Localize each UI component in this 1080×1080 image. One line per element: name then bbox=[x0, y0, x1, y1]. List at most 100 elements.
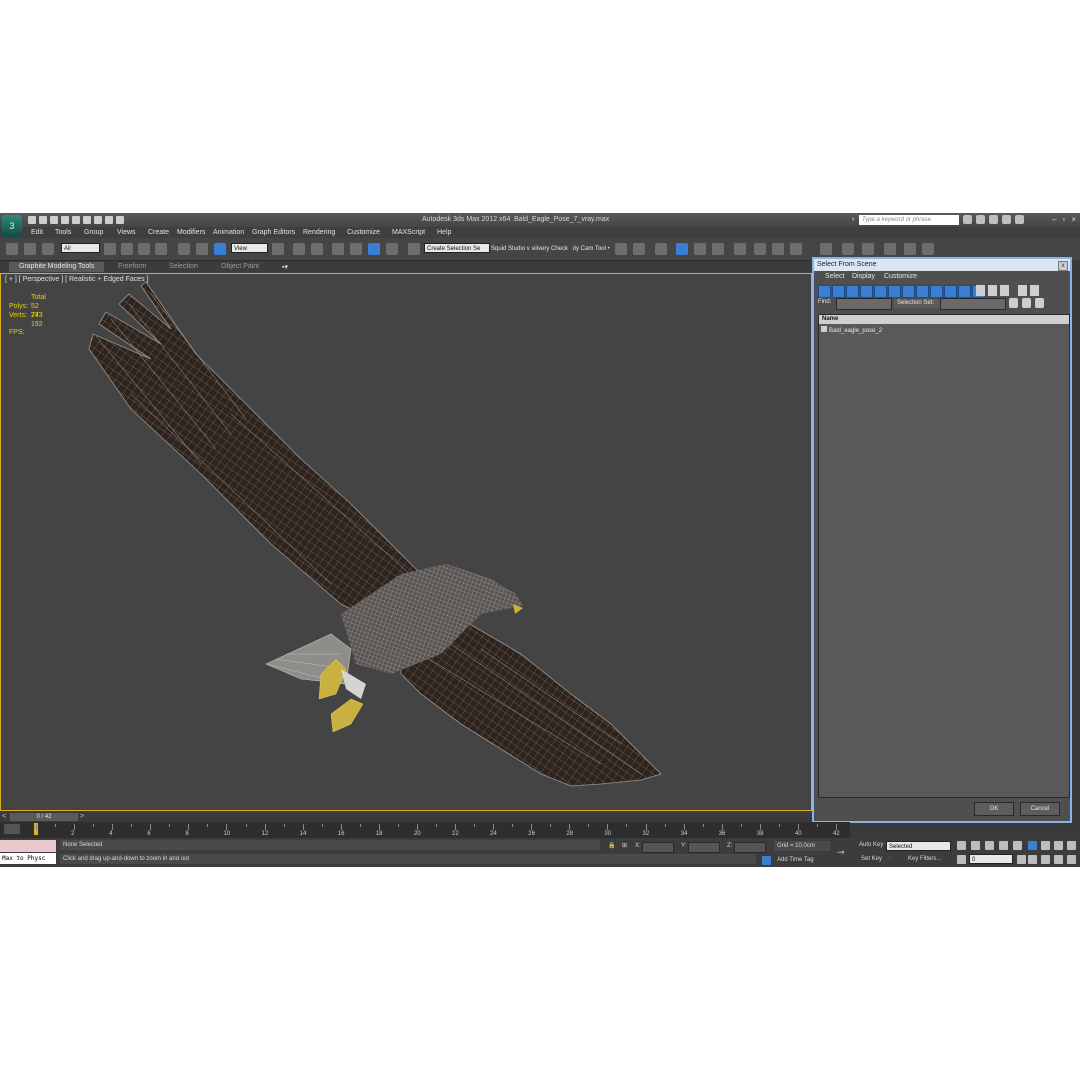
x-coordinate-field[interactable] bbox=[642, 842, 674, 853]
current-frame-field[interactable]: 0 bbox=[969, 854, 1013, 864]
bind-spacewarp-icon[interactable] bbox=[42, 243, 54, 255]
tab-graphite-modeling-tools[interactable]: Graphite Modeling Tools bbox=[9, 262, 105, 272]
mini-curve-editor-icon[interactable] bbox=[4, 824, 20, 834]
display-xrefs-icon[interactable] bbox=[916, 285, 929, 298]
angle-snap-icon[interactable] bbox=[350, 243, 362, 255]
select-none-icon[interactable] bbox=[988, 285, 997, 296]
selection-set-icon[interactable] bbox=[1009, 298, 1018, 308]
snap-toggle-icon[interactable] bbox=[332, 243, 344, 255]
window-icon[interactable] bbox=[116, 216, 124, 224]
selection-filter-dropdown[interactable]: All bbox=[61, 243, 100, 253]
z-coordinate-field[interactable] bbox=[734, 842, 766, 853]
play-icon[interactable] bbox=[985, 841, 994, 850]
plugin-squid-studio[interactable]: Squid Studio v bbox=[491, 246, 530, 252]
field-of-view-icon[interactable] bbox=[1028, 855, 1037, 864]
key-mode-dropdown[interactable]: Selected bbox=[886, 841, 951, 851]
graphite-toggle-icon[interactable] bbox=[676, 243, 688, 255]
menu-group[interactable]: Group bbox=[84, 229, 103, 236]
track-bar[interactable]: 2 4 6 8 10 12 14 16 18 20 22 24 26 28 30 32 34 36 38 40 42 bbox=[0, 822, 850, 838]
scale-icon[interactable] bbox=[214, 243, 226, 255]
unlink-icon[interactable] bbox=[24, 243, 36, 255]
create-tab-icon[interactable] bbox=[820, 243, 832, 255]
next-frame-button-icon[interactable] bbox=[999, 841, 1008, 850]
perspective-viewport[interactable]: [ + ] [ Perspective ] [ Realistic + Edge… bbox=[0, 273, 812, 811]
key-filter-icon[interactable]: ⟋ bbox=[888, 855, 892, 862]
select-all-icon[interactable] bbox=[976, 285, 985, 296]
plugin-cam-tool[interactable]: ity Cam Tool • bbox=[573, 246, 610, 252]
menu-help[interactable]: Help bbox=[437, 229, 451, 236]
tab-object-paint[interactable]: Object Paint bbox=[221, 263, 259, 270]
display-geometry-icon[interactable] bbox=[818, 285, 831, 298]
menu-rendering[interactable]: Rendering bbox=[303, 229, 335, 236]
window-crossing-icon[interactable] bbox=[155, 243, 167, 255]
search-arrow-icon[interactable]: › bbox=[852, 216, 854, 223]
selection-set-dropdown[interactable] bbox=[940, 298, 1006, 310]
set-key-icon[interactable]: ⊸ bbox=[837, 847, 845, 858]
menu-customize[interactable]: Customize bbox=[347, 229, 380, 236]
modify-tab-icon[interactable] bbox=[842, 243, 854, 255]
pan-icon[interactable] bbox=[1041, 855, 1050, 864]
display-groups-icon[interactable] bbox=[902, 285, 915, 298]
schematic-view-icon[interactable] bbox=[712, 243, 724, 255]
curve-editor-icon[interactable] bbox=[694, 243, 706, 255]
search-input[interactable]: Type a keyword or phrase bbox=[859, 215, 959, 225]
render-production-icon[interactable] bbox=[790, 243, 802, 255]
mirror-icon[interactable] bbox=[615, 243, 627, 255]
render-setup-icon[interactable] bbox=[754, 243, 766, 255]
open-file-icon[interactable] bbox=[39, 216, 47, 224]
filter-icon[interactable] bbox=[1018, 285, 1027, 296]
window-icon[interactable] bbox=[105, 216, 113, 224]
display-tab-icon[interactable] bbox=[904, 243, 916, 255]
plugin-delivery-check[interactable]: elivery Check bbox=[532, 246, 568, 252]
menu-graph-editors[interactable]: Graph Editors bbox=[252, 229, 295, 236]
select-by-name-icon[interactable] bbox=[121, 243, 133, 255]
rotate-icon[interactable] bbox=[196, 243, 208, 255]
sync-selection-icon[interactable] bbox=[1022, 298, 1031, 308]
app-logo-icon[interactable]: 3 bbox=[2, 215, 22, 237]
menu-views[interactable]: Views bbox=[117, 229, 136, 236]
filter-options-icon[interactable] bbox=[1030, 285, 1039, 296]
lock-icon[interactable]: 🔒 bbox=[608, 842, 615, 849]
go-to-start-icon[interactable] bbox=[957, 841, 966, 850]
select-object-icon[interactable] bbox=[104, 243, 116, 255]
display-bones-icon[interactable] bbox=[930, 285, 943, 298]
dialog-menu-display[interactable]: Display bbox=[852, 273, 875, 280]
menu-tools[interactable]: Tools bbox=[55, 229, 71, 236]
column-header-name[interactable]: Name bbox=[819, 315, 1069, 324]
maxscript-mini-listener[interactable]: Max to Physc bbox=[0, 853, 56, 864]
window-icon[interactable] bbox=[94, 216, 102, 224]
menu-edit[interactable]: Edit bbox=[31, 229, 43, 236]
communication-icon[interactable] bbox=[1002, 215, 1011, 224]
star-icon[interactable] bbox=[989, 215, 998, 224]
maximize-viewport-icon[interactable] bbox=[1067, 855, 1076, 864]
orbit-icon[interactable] bbox=[1054, 855, 1063, 864]
y-coordinate-field[interactable] bbox=[688, 842, 720, 853]
dialog-close-button[interactable]: x bbox=[1058, 261, 1068, 271]
utilities-tab-icon[interactable] bbox=[922, 243, 934, 255]
zoom-extents-icon[interactable] bbox=[1054, 841, 1063, 850]
menu-create[interactable]: Create bbox=[148, 229, 169, 236]
rendered-frame-icon[interactable] bbox=[772, 243, 784, 255]
rect-selection-icon[interactable] bbox=[138, 243, 150, 255]
project-folder-icon[interactable] bbox=[83, 216, 91, 224]
ok-button[interactable]: OK bbox=[974, 802, 1014, 816]
hierarchy-icon[interactable] bbox=[1035, 298, 1044, 308]
maxscript-listener[interactable] bbox=[0, 840, 56, 852]
zoom-all-icon[interactable] bbox=[1041, 841, 1050, 850]
absolute-mode-icon[interactable]: ⊞ bbox=[622, 842, 627, 849]
zoom-icon[interactable] bbox=[1028, 841, 1037, 850]
spinner-snap-icon[interactable] bbox=[386, 243, 398, 255]
key-filters-button[interactable]: Key Filters... bbox=[908, 856, 941, 862]
go-to-end-icon[interactable] bbox=[1013, 841, 1022, 850]
minimize-icon[interactable]: – bbox=[1052, 215, 1056, 224]
add-time-tag[interactable]: Add Time Tag bbox=[777, 857, 814, 863]
display-containers-icon[interactable] bbox=[944, 285, 957, 298]
auto-key-button[interactable]: Auto Key bbox=[859, 842, 883, 848]
undo-icon[interactable] bbox=[61, 216, 69, 224]
align-icon[interactable] bbox=[633, 243, 645, 255]
display-cameras-icon[interactable] bbox=[860, 285, 873, 298]
binoculars-icon[interactable] bbox=[963, 215, 972, 224]
display-lights-icon[interactable] bbox=[846, 285, 859, 298]
zoom-extents-all-icon[interactable] bbox=[1067, 841, 1076, 850]
time-tag-icon[interactable] bbox=[762, 856, 771, 865]
